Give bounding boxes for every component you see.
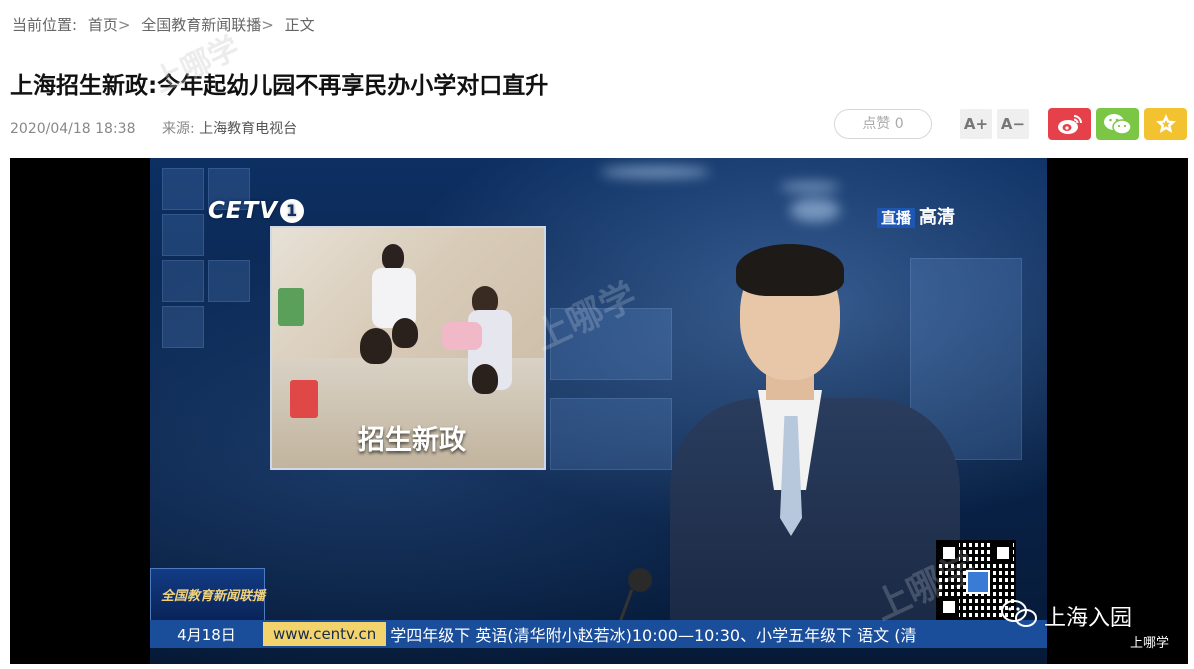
news-program-badge: 全国教育新闻联播 (150, 568, 265, 622)
share-weibo-button[interactable] (1048, 108, 1091, 140)
background-tile (162, 260, 204, 302)
qr-finder (939, 597, 959, 617)
child-head (360, 328, 392, 364)
video-frame: CETV 1 直播 高清 招生新政 全国教育新闻联播 4月18日 www.cen… (150, 158, 1047, 664)
ticker-text: 学四年级下 英语(清华附小赵若冰)10:00—10:30、小学五年级下 语文 (… (390, 626, 917, 645)
inset-image: 招生新政 (270, 226, 546, 470)
font-decrease-button[interactable]: A− (997, 109, 1029, 139)
watermark-sub: 上哪学 (1130, 636, 1170, 651)
qr-finder (939, 543, 959, 563)
live-tag: 直播 (877, 208, 916, 228)
studio-light (790, 198, 840, 222)
font-increase-button[interactable]: A+ (960, 109, 992, 139)
inset-caption: 招生新政 (358, 425, 466, 456)
share-wechat-button[interactable] (1096, 108, 1139, 140)
weibo-icon (1057, 115, 1082, 134)
background-tile (550, 398, 672, 470)
background-tile (162, 168, 204, 210)
news-ticker: 4月18日 www.centv.cn 学四年级下 英语(清华附小赵若冰)10:0… (150, 620, 1047, 648)
background-tile (550, 308, 672, 380)
video-player[interactable]: CETV 1 直播 高清 招生新政 全国教育新闻联播 4月18日 www.cen… (10, 158, 1188, 664)
child-head (472, 364, 498, 394)
news-program-name: 全国教育新闻联播 (161, 589, 266, 604)
microphone (628, 568, 652, 592)
source-label: 来源: (161, 121, 195, 137)
like-label: 点赞 (862, 116, 891, 132)
book (290, 380, 318, 418)
qr-finder (993, 543, 1013, 563)
breadcrumb-section-link[interactable]: 全国教育新闻联播 (141, 16, 261, 34)
qr-logo (966, 570, 990, 594)
breadcrumb-separator: > (117, 16, 131, 34)
publish-datetime: 2020/04/18 18:38 (10, 121, 136, 137)
breadcrumb: 当前位置: 首页> 全国教育新闻联播> 正文 (12, 14, 321, 35)
ticker-date: 4月18日 (177, 625, 236, 644)
breadcrumb-home-link[interactable]: 首页 (88, 16, 118, 34)
background-tile (162, 306, 204, 348)
breadcrumb-label: 当前位置: (12, 16, 78, 34)
source-name: 上海教育电视台 (199, 121, 298, 137)
article-meta: 2020/04/18 18:38 来源: 上海教育电视台 (10, 118, 297, 138)
watermark-account-name: 上海入园 (1044, 606, 1133, 631)
wechat-icon (1103, 114, 1132, 135)
background-tile (208, 260, 250, 302)
like-button[interactable]: 点赞 0 (834, 109, 932, 139)
star-icon (1155, 114, 1176, 133)
book (278, 288, 304, 326)
background-tile (162, 214, 204, 256)
like-count: 0 (894, 116, 904, 132)
channel-number: 1 (280, 199, 305, 223)
child-head (392, 318, 418, 348)
ticker-site: www.centv.cn (263, 622, 387, 646)
live-indicator: 直播 高清 (877, 203, 955, 229)
pillow (442, 322, 482, 350)
person-head (382, 244, 404, 270)
wechat-watermark-icon (1001, 600, 1037, 627)
studio-light (600, 166, 710, 178)
studio-light (780, 182, 840, 192)
page-title: 上海招生新政:今年起幼儿园不再享民办小学对口直升 (10, 73, 549, 99)
hd-label: 高清 (919, 207, 956, 228)
channel-logo-text: CETV (208, 198, 279, 224)
favorite-button[interactable] (1144, 108, 1187, 140)
anchor-hair (736, 244, 844, 296)
breadcrumb-separator: > (261, 16, 274, 34)
channel-logo: CETV 1 (208, 198, 305, 224)
breadcrumb-current: 正文 (284, 16, 315, 34)
